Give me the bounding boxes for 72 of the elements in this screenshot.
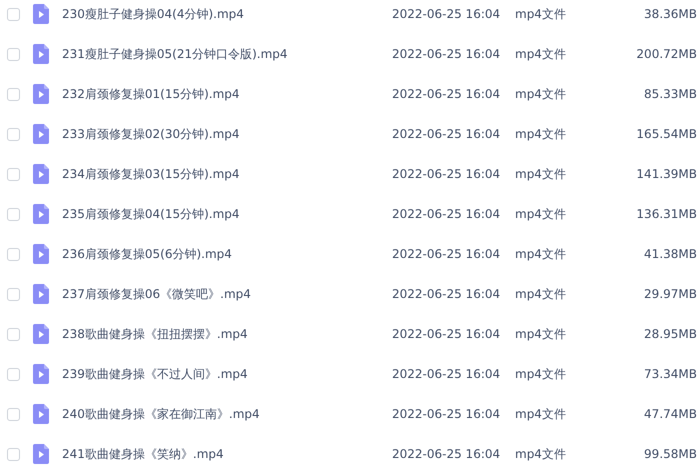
checkbox[interactable]	[7, 288, 20, 300]
file-size: 29.97MB	[644, 287, 697, 301]
file-type: mp4文件	[515, 287, 566, 301]
file-type: mp4文件	[515, 327, 566, 341]
modified-date: 2022-06-25 16:04	[392, 47, 500, 61]
modified-date: 2022-06-25 16:04	[392, 367, 500, 381]
checkbox[interactable]	[7, 368, 20, 380]
file-type: mp4文件	[515, 7, 566, 21]
video-file-icon	[33, 4, 49, 24]
file-name[interactable]: 237肩颈修复操06《微笑吧》.mp4	[62, 287, 251, 301]
file-size: 85.33MB	[644, 87, 697, 101]
file-size: 200.72MB	[636, 47, 697, 61]
file-type: mp4文件	[515, 407, 566, 421]
modified-date: 2022-06-25 16:04	[392, 287, 500, 301]
checkbox[interactable]	[7, 328, 20, 340]
file-name[interactable]: 238歌曲健身操《扭扭摆摆》.mp4	[62, 327, 248, 341]
file-size: 28.95MB	[644, 327, 697, 341]
modified-date: 2022-06-25 16:04	[392, 327, 500, 341]
checkbox[interactable]	[7, 448, 20, 460]
video-file-icon	[33, 444, 49, 464]
video-file-icon	[33, 84, 49, 104]
modified-date: 2022-06-25 16:04	[392, 247, 500, 261]
checkbox[interactable]	[7, 88, 20, 100]
file-type: mp4文件	[515, 247, 566, 261]
checkbox[interactable]	[7, 128, 20, 140]
checkbox[interactable]	[7, 248, 20, 260]
file-name[interactable]: 230瘦肚子健身操04(4分钟).mp4	[62, 7, 244, 21]
file-name[interactable]: 240歌曲健身操《家在御江南》.mp4	[62, 407, 260, 421]
modified-date: 2022-06-25 16:04	[392, 407, 500, 421]
file-name[interactable]: 235肩颈修复操04(15分钟).mp4	[62, 207, 240, 221]
video-file-icon	[33, 44, 49, 64]
checkbox[interactable]	[7, 408, 20, 420]
modified-date: 2022-06-25 16:04	[392, 207, 500, 221]
checkbox[interactable]	[7, 168, 20, 180]
file-name[interactable]: 236肩颈修复操05(6分钟).mp4	[62, 247, 232, 261]
file-type: mp4文件	[515, 447, 566, 461]
video-file-icon	[33, 244, 49, 264]
file-size: 136.31MB	[636, 207, 697, 221]
file-type: mp4文件	[515, 47, 566, 61]
modified-date: 2022-06-25 16:04	[392, 167, 500, 181]
file-name[interactable]: 232肩颈修复操01(15分钟).mp4	[62, 87, 240, 101]
checkbox[interactable]	[7, 208, 20, 220]
video-file-icon	[33, 364, 49, 384]
file-type: mp4文件	[515, 127, 566, 141]
video-file-icon	[33, 404, 49, 424]
file-size: 141.39MB	[636, 167, 697, 181]
file-size: 165.54MB	[636, 127, 697, 141]
modified-date: 2022-06-25 16:04	[392, 7, 500, 21]
video-file-icon	[33, 204, 49, 224]
file-name[interactable]: 234肩颈修复操03(15分钟).mp4	[62, 167, 240, 181]
file-size: 47.74MB	[644, 407, 697, 421]
file-type: mp4文件	[515, 167, 566, 181]
modified-date: 2022-06-25 16:04	[392, 127, 500, 141]
file-size: 99.58MB	[644, 447, 697, 461]
file-name[interactable]: 239歌曲健身操《不过人间》.mp4	[62, 367, 248, 381]
file-size: 73.34MB	[644, 367, 697, 381]
file-type: mp4文件	[515, 87, 566, 101]
video-file-icon	[33, 124, 49, 144]
modified-date: 2022-06-25 16:04	[392, 447, 500, 461]
file-size: 41.38MB	[644, 247, 697, 261]
video-file-icon	[33, 284, 49, 304]
file-type: mp4文件	[515, 367, 566, 381]
checkbox[interactable]	[7, 8, 20, 20]
video-file-icon	[33, 164, 49, 184]
file-name[interactable]: 241歌曲健身操《笑纳》.mp4	[62, 447, 224, 461]
modified-date: 2022-06-25 16:04	[392, 87, 500, 101]
file-type: mp4文件	[515, 207, 566, 221]
file-name[interactable]: 231瘦肚子健身操05(21分钟口令版).mp4	[62, 47, 288, 61]
video-file-icon	[33, 324, 49, 344]
checkbox[interactable]	[7, 48, 20, 60]
file-name[interactable]: 233肩颈修复操02(30分钟).mp4	[62, 127, 240, 141]
file-size: 38.36MB	[644, 7, 697, 21]
